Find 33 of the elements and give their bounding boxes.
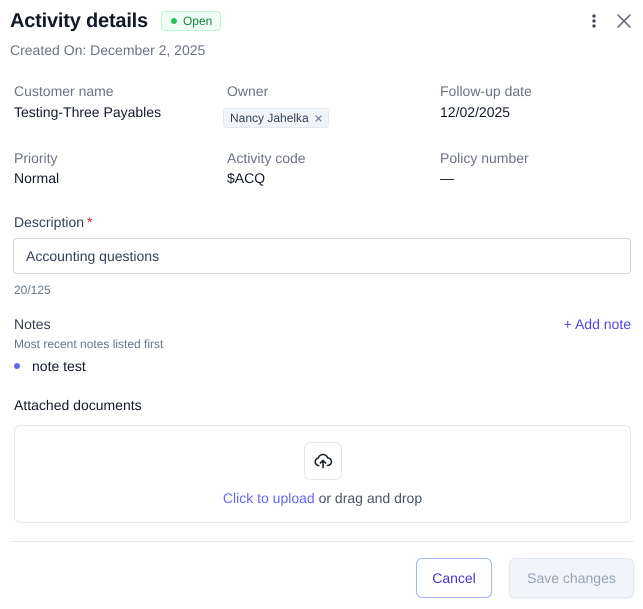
upload-link[interactable]: Click to upload [222, 490, 315, 506]
field-label: Activity code [227, 149, 307, 168]
more-options-icon[interactable] [592, 14, 596, 28]
field-value: Testing-Three Payables [14, 103, 162, 122]
add-note-link[interactable]: + Add note [564, 316, 631, 332]
field-value: — [440, 169, 455, 188]
field-label: Priority [14, 149, 59, 168]
field-label: Policy number [440, 149, 530, 168]
owner-chip[interactable]: Nancy Jahelka [223, 108, 329, 128]
remove-icon[interactable] [314, 114, 322, 122]
field-label: Customer name [14, 82, 115, 101]
field-label: Owner [227, 82, 270, 101]
field-value: 12/02/2025 [440, 103, 512, 122]
field-label: Follow-up date [440, 82, 533, 101]
upload-dropzone[interactable]: Click to upload or drag and drop [14, 425, 631, 523]
panel-title: Activity details [10, 10, 148, 32]
field-value: Normal [14, 169, 60, 188]
close-icon[interactable] [617, 14, 631, 28]
cloud-upload-icon [304, 442, 342, 480]
upload-instructions: Click to upload or drag and drop [222, 489, 422, 508]
created-date: Created On: December 2, 2025 [10, 41, 206, 60]
field-value: $ACQ [227, 169, 266, 188]
bullet-icon [14, 363, 20, 369]
status-dot-icon [170, 18, 177, 24]
cancel-button[interactable]: Cancel [416, 558, 492, 598]
notes-title: Notes [14, 316, 51, 332]
character-counter: 20/125 [13, 282, 52, 298]
attachments-title: Attached documents [14, 396, 143, 415]
note-text: note test [32, 358, 86, 374]
description-label: Description * [13, 213, 94, 232]
status-badge: Open [160, 11, 222, 31]
notes-hint: Most recent notes listed first [14, 336, 164, 352]
description-input[interactable]: Accounting questions [13, 238, 631, 274]
